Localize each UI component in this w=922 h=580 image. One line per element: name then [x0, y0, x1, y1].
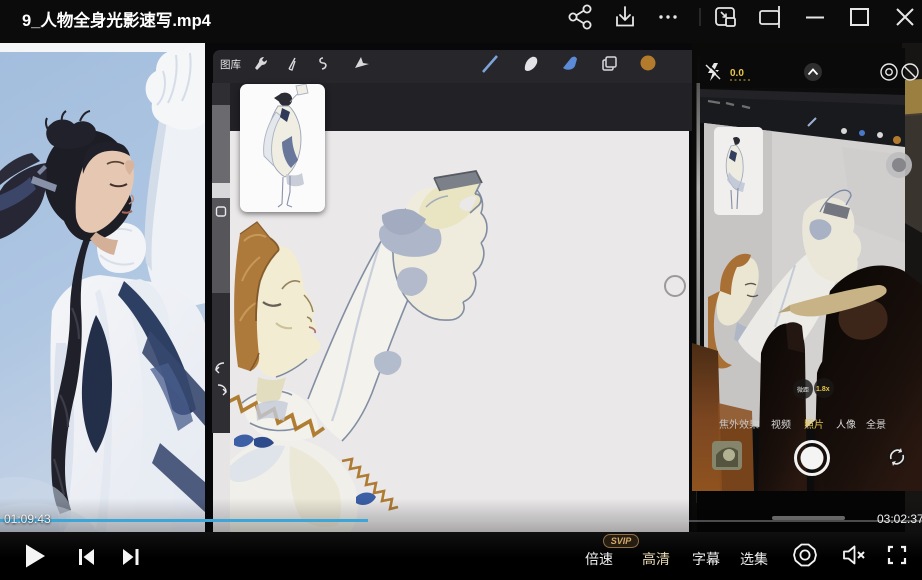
- svg-text:人像: 人像: [836, 419, 856, 431]
- svg-text:微距: 微距: [797, 386, 809, 394]
- svg-text:0.0: 0.0: [730, 68, 744, 79]
- svg-text:全景: 全景: [866, 418, 886, 431]
- svg-text:视频: 视频: [771, 418, 791, 431]
- svg-text:1.8x: 1.8x: [816, 386, 830, 393]
- svg-text:照片: 照片: [804, 418, 824, 431]
- svg-text:焦外效果: 焦外效果: [719, 418, 759, 431]
